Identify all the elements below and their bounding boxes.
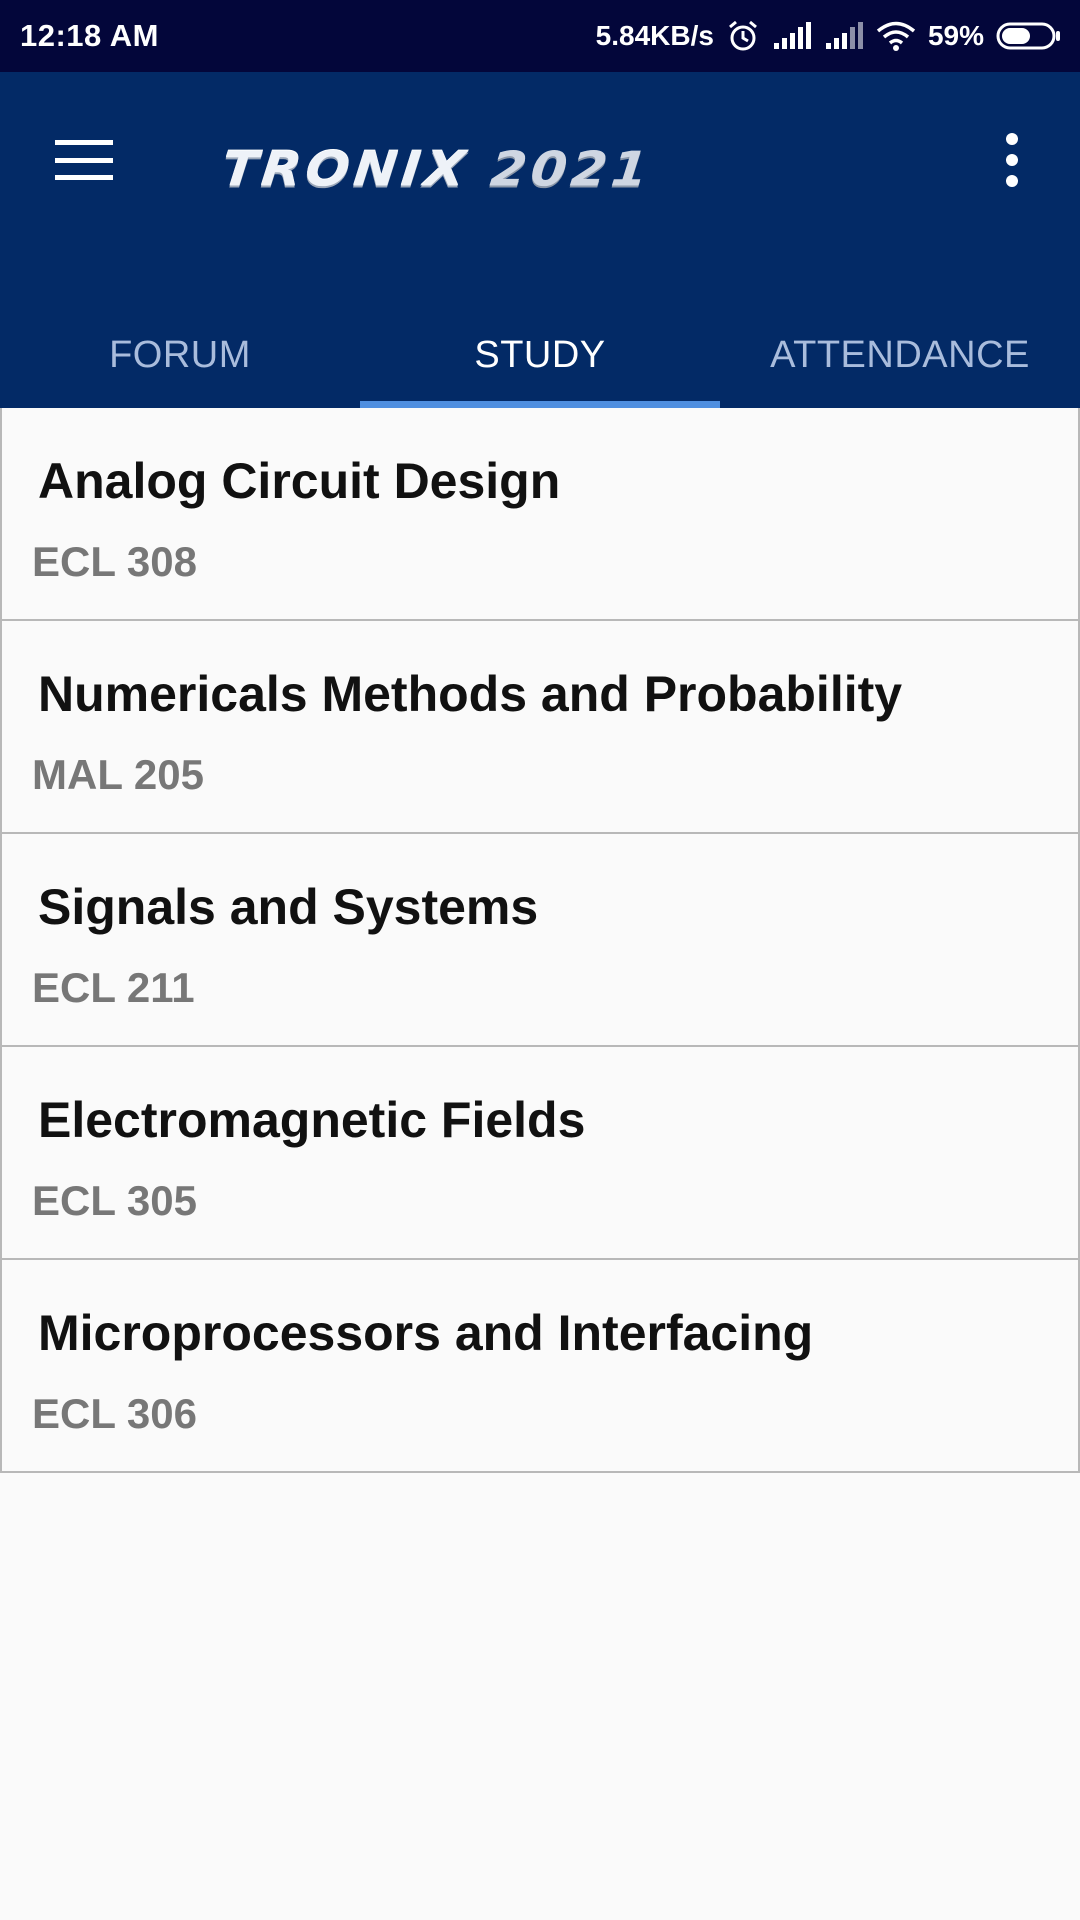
- course-code: ECL 305: [32, 1177, 197, 1224]
- more-vert-icon[interactable]: [980, 116, 1044, 204]
- course-code: ECL 211: [32, 964, 195, 1011]
- course-code: ECL 308: [32, 538, 197, 585]
- tab-study[interactable]: STUDY: [360, 302, 720, 408]
- battery-icon: [996, 21, 1062, 51]
- course-name: Microprocessors and Interfacing: [38, 1305, 814, 1361]
- alarm-icon: [726, 19, 760, 53]
- course-card[interactable]: Analog Circuit Design ECL 308: [0, 408, 1080, 621]
- status-time: 12:18 AM: [20, 18, 159, 53]
- course-card[interactable]: Electromagnetic Fields ECL 305: [0, 1047, 1080, 1260]
- course-card[interactable]: Microprocessors and Interfacing ECL 306: [0, 1260, 1080, 1473]
- battery-percent: 59%: [927, 20, 984, 51]
- course-code: ECL 306: [32, 1390, 197, 1437]
- wifi-icon: [876, 20, 916, 52]
- course-list: Analog Circuit Design ECL 308 Numericals…: [0, 408, 1080, 1473]
- tab-bar: FORUM STUDY ATTENDANCE: [0, 302, 1080, 408]
- course-name: Analog Circuit Design: [38, 453, 561, 509]
- app-logo: TRONIX 2021: [219, 142, 654, 197]
- tab-attendance[interactable]: ATTENDANCE: [720, 302, 1080, 408]
- course-name: Signals and Systems: [38, 879, 539, 935]
- course-code: MAL 205: [32, 751, 204, 798]
- app-bar: TRONIX 2021 FORUM STUDY ATTENDANCE: [0, 72, 1080, 408]
- status-icons: 5.84KB/s 59%: [584, 19, 1062, 53]
- course-card[interactable]: Signals and Systems ECL 211: [0, 834, 1080, 1047]
- course-name: Numericals Methods and Probability: [38, 666, 903, 722]
- logo-text-tronix: TRONIX: [219, 142, 472, 198]
- logo-text-year: 2021: [487, 142, 655, 198]
- course-card[interactable]: Numericals Methods and Probability MAL 2…: [0, 621, 1080, 834]
- signal-icon-2: [824, 21, 864, 51]
- signal-icon: [772, 21, 812, 51]
- status-bar: 12:18 AM 5.84KB/s 59%: [0, 0, 1080, 72]
- hamburger-menu-icon[interactable]: [40, 116, 128, 204]
- course-name: Electromagnetic Fields: [38, 1092, 586, 1148]
- tab-forum[interactable]: FORUM: [0, 302, 360, 408]
- network-speed: 5.84KB/s: [595, 20, 714, 51]
